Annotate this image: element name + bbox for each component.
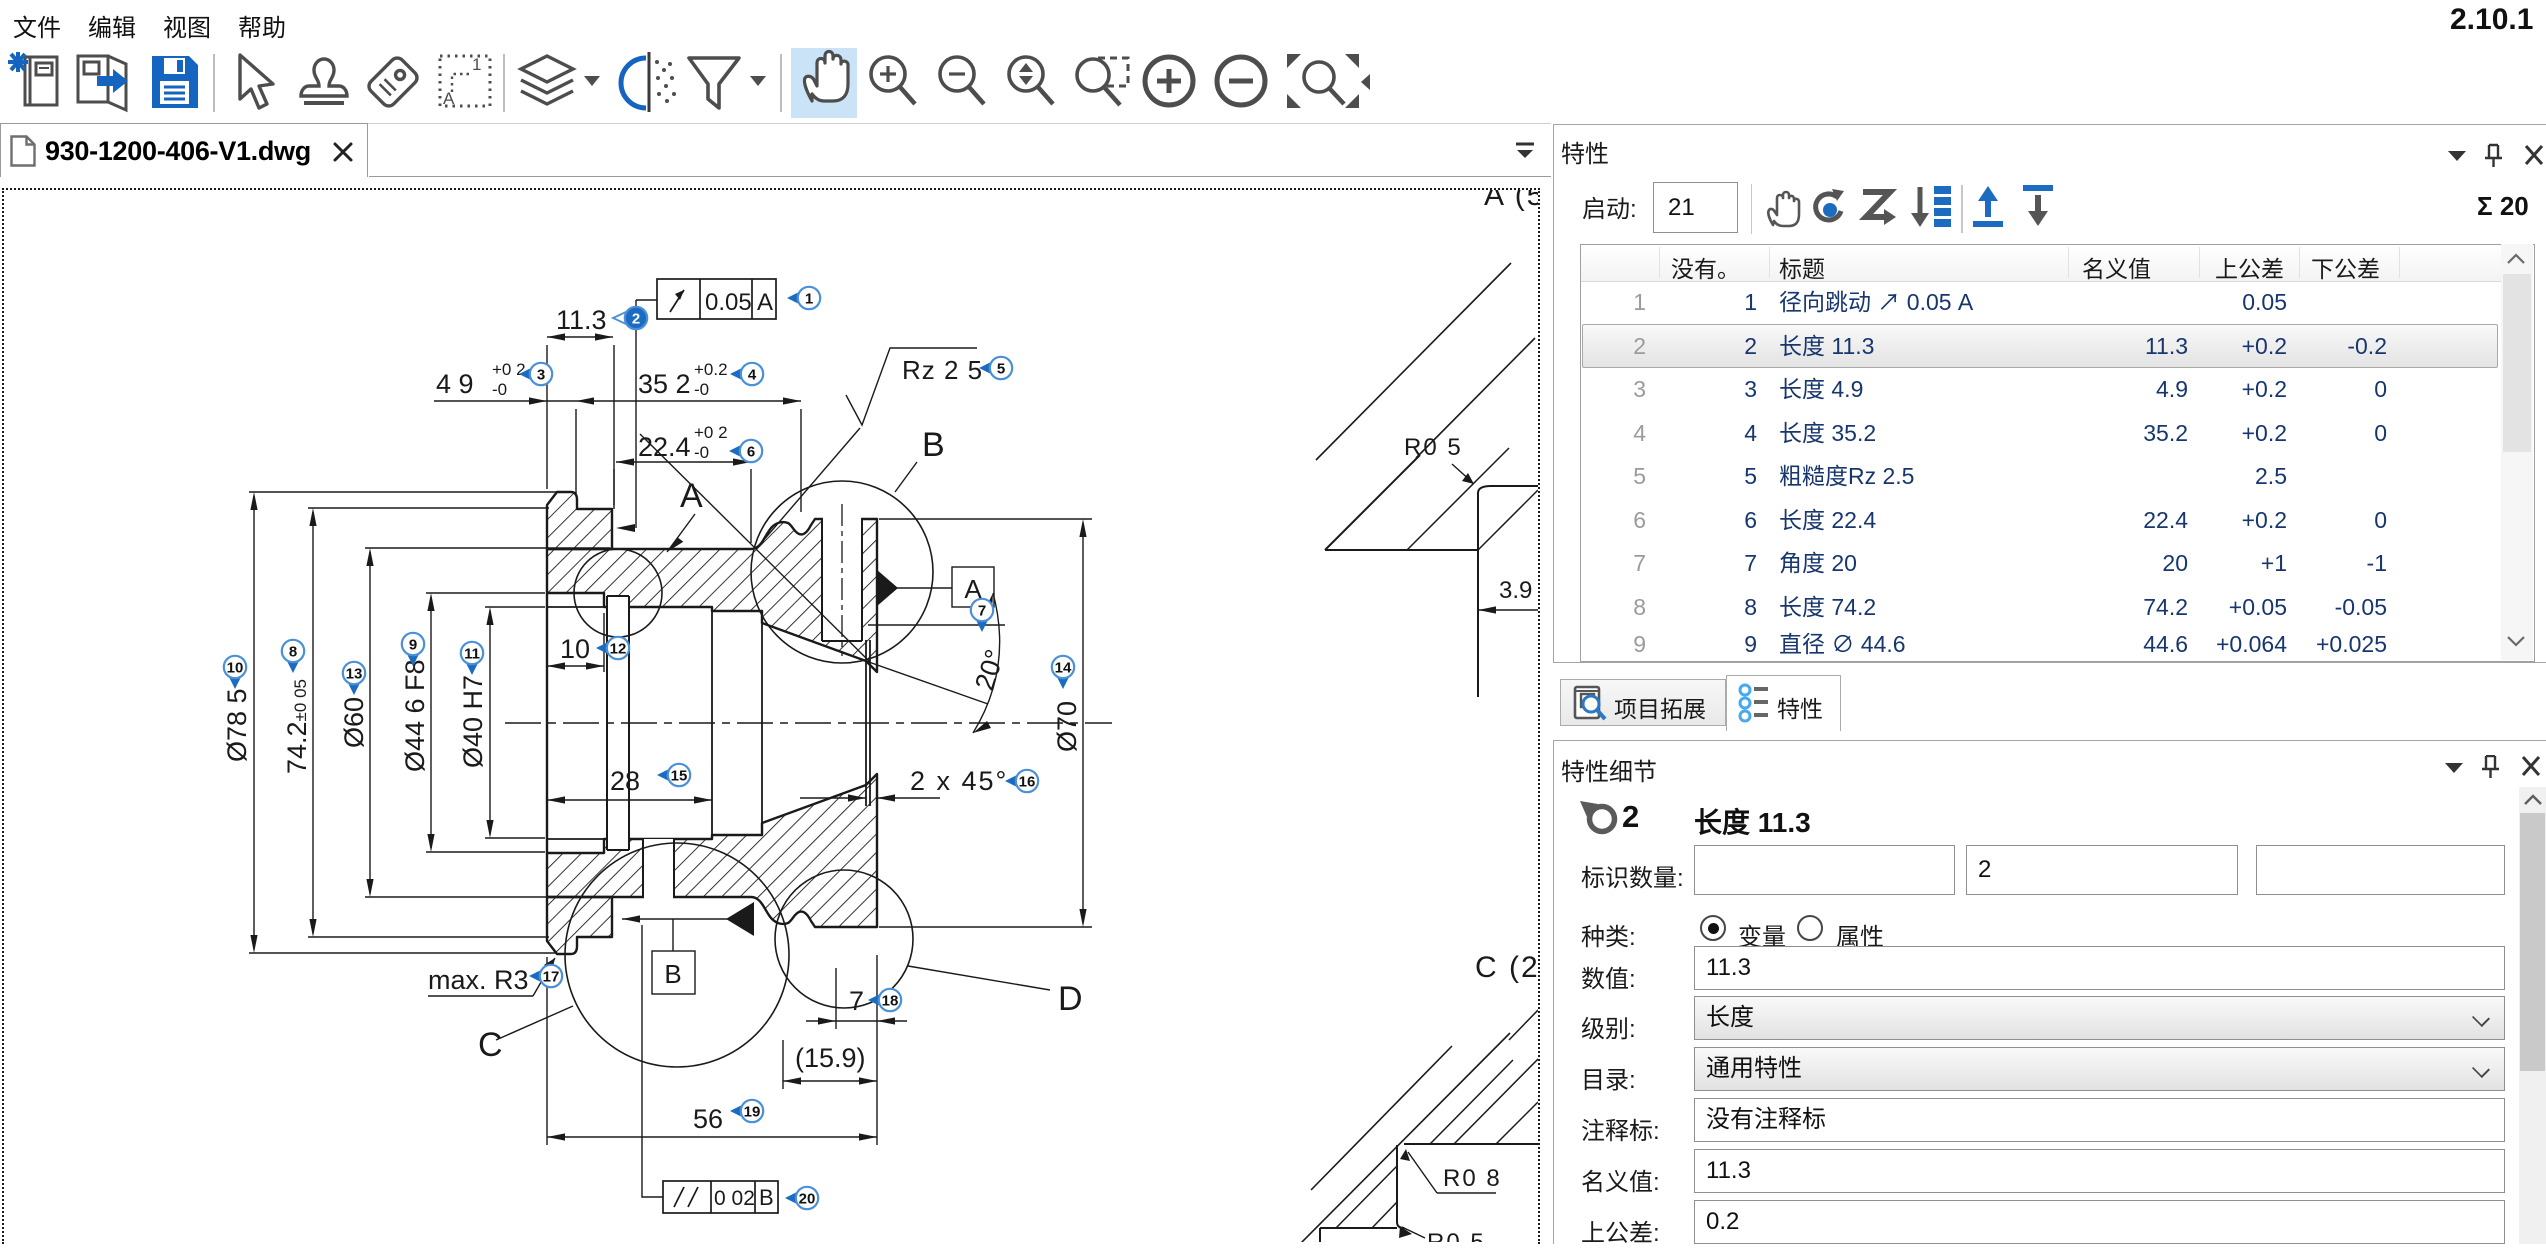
svg-text:8: 8	[289, 644, 297, 661]
svg-text:10: 10	[227, 660, 244, 677]
svg-text:20°: 20°	[969, 646, 1010, 694]
svg-text:2: 2	[632, 311, 640, 328]
svg-text:6: 6	[747, 444, 755, 461]
svg-text:R0 5: R0 5	[1404, 434, 1463, 461]
svg-text:Ø40 H7: Ø40 H7	[458, 675, 488, 768]
svg-text:4 9: 4 9	[436, 369, 474, 399]
svg-text:7: 7	[849, 986, 864, 1016]
svg-text:A: A	[680, 477, 703, 515]
svg-text:18: 18	[882, 993, 899, 1010]
svg-text:Ø78 5: Ø78 5	[222, 688, 252, 762]
svg-text:D: D	[1058, 980, 1083, 1018]
svg-text:20: 20	[799, 1191, 816, 1208]
svg-text:-0: -0	[492, 380, 507, 399]
svg-text:A: A	[443, 89, 455, 108]
svg-text:Rz 2 5: Rz 2 5	[902, 355, 983, 385]
svg-text:+0 2: +0 2	[694, 423, 728, 442]
svg-text:15: 15	[671, 768, 688, 785]
svg-text:C: C	[478, 1026, 503, 1064]
svg-text:10: 10	[560, 634, 590, 664]
svg-text:3: 3	[537, 367, 545, 384]
svg-text:17: 17	[543, 969, 560, 986]
svg-text:C (2 : 1): C (2 : 1)	[1475, 951, 1538, 984]
svg-text:max. R3: max. R3	[428, 965, 529, 995]
svg-text:19: 19	[744, 1104, 761, 1121]
svg-text:A: A	[757, 289, 773, 316]
svg-text:22.4: 22.4	[638, 432, 691, 462]
svg-text:2 x 45°: 2 x 45°	[910, 766, 1008, 796]
svg-text:0.05: 0.05	[705, 289, 752, 316]
svg-text:7: 7	[978, 603, 986, 620]
svg-text:B: B	[759, 1185, 774, 1210]
svg-text:5: 5	[997, 361, 1005, 378]
svg-text:(15.9): (15.9)	[795, 1043, 866, 1073]
svg-text:28: 28	[610, 766, 640, 796]
svg-text:R0 5: R0 5	[1427, 1229, 1486, 1242]
svg-text:1: 1	[805, 291, 813, 308]
svg-text:1: 1	[472, 55, 481, 74]
svg-text:56: 56	[693, 1104, 723, 1134]
svg-text:14: 14	[1055, 660, 1072, 677]
svg-text:+0 2: +0 2	[492, 360, 526, 379]
svg-text:35 2: 35 2	[638, 369, 691, 399]
svg-text:R0 8: R0 8	[1443, 1165, 1502, 1192]
svg-text:+0.2: +0.2	[694, 360, 728, 379]
svg-text:11.3: 11.3	[556, 305, 607, 335]
svg-text:74.2±0 05: 74.2±0 05	[282, 679, 312, 774]
svg-text:11: 11	[464, 646, 480, 663]
svg-text:12: 12	[610, 641, 627, 658]
svg-text:B: B	[664, 959, 681, 989]
svg-text:Ø60: Ø60	[339, 697, 369, 748]
svg-text:13: 13	[346, 666, 363, 683]
svg-text:A (5 : 1): A (5 : 1)	[1484, 190, 1538, 212]
svg-text:Ø70: Ø70	[1052, 701, 1082, 752]
svg-text:-0: -0	[694, 443, 709, 462]
svg-text:B: B	[922, 426, 945, 464]
svg-text:3.9: 3.9	[1499, 577, 1532, 604]
svg-text:0 02: 0 02	[714, 1187, 755, 1210]
svg-text:Ø44 6 F8: Ø44 6 F8	[400, 659, 430, 772]
svg-text:4: 4	[748, 367, 757, 384]
svg-text:16: 16	[1019, 774, 1036, 791]
svg-text:9: 9	[409, 637, 417, 654]
svg-text:-0: -0	[694, 380, 709, 399]
